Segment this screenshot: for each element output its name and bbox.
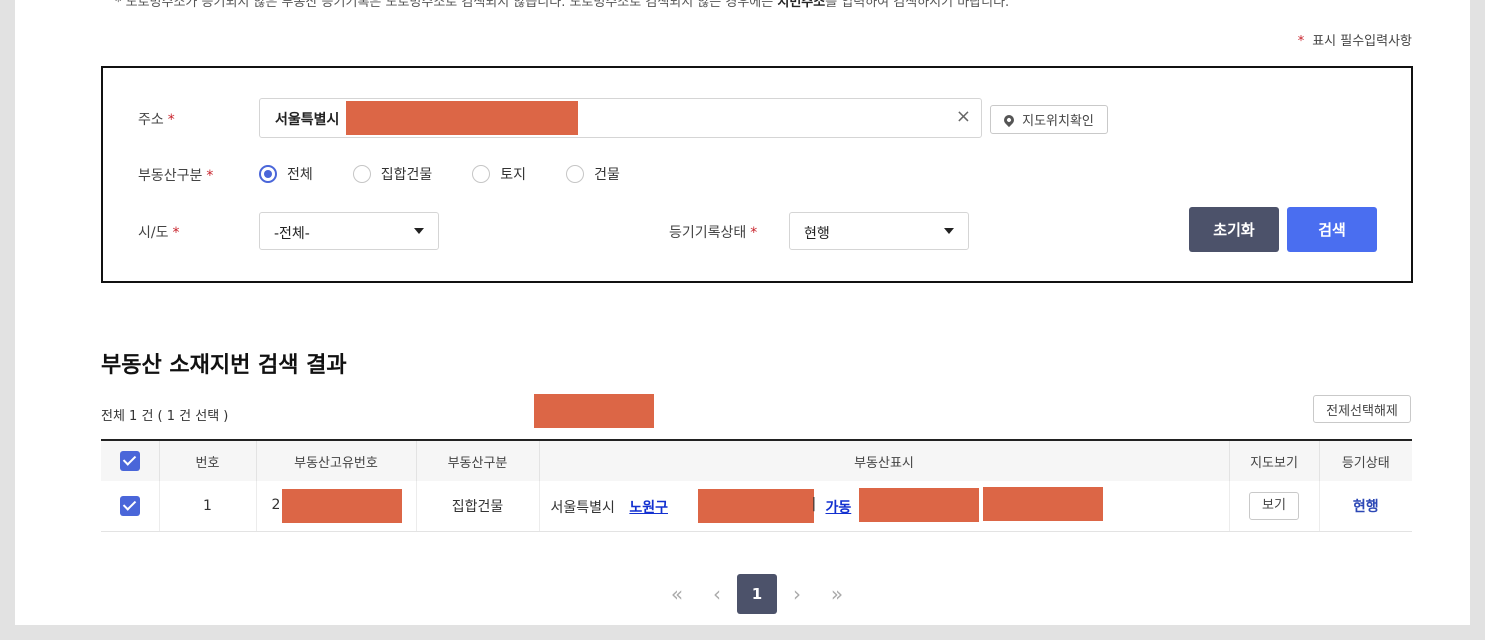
- results-title: 부동산 소재지번 검색 결과: [101, 353, 347, 378]
- column-header: 번호: [159, 440, 257, 481]
- search-button[interactable]: 검색: [1287, 207, 1377, 252]
- row-description: 서울특별시 노원구 | 가동: [539, 481, 1230, 532]
- column-header: 지도보기: [1229, 440, 1320, 481]
- record-status-select[interactable]: 현행: [789, 212, 969, 250]
- map-location-button[interactable]: 지도위치확인: [990, 105, 1108, 134]
- reset-button[interactable]: 초기화: [1189, 207, 1279, 252]
- addr-district-link[interactable]: 노원구: [629, 500, 668, 516]
- radio-all-label: 전체: [287, 167, 313, 183]
- last-page-icon[interactable]: »: [817, 574, 857, 614]
- notice-text: * 도로명주소가 등기되지 않은 부동산 등기기록은 도로명주소로 검색되지 않…: [115, 0, 1009, 10]
- select-all-checkbox[interactable]: [119, 451, 140, 471]
- required-star: *: [1297, 34, 1305, 49]
- radio-all[interactable]: 전체: [259, 164, 313, 184]
- record-status-label: 등기기록상태 *: [669, 222, 757, 242]
- addr-separator: |: [811, 496, 817, 512]
- column-header: 등기상태: [1319, 440, 1412, 481]
- results-count: 전체 1 건 ( 1 건 선택 ): [101, 409, 229, 424]
- search-form: 주소 * 서울특별시 × 지도위치확인 부동산구분 * 전체 집합건물 토지 건물 …: [101, 66, 1413, 283]
- addr-city: 서울특별시: [550, 500, 615, 516]
- radio-unchecked-icon: [566, 165, 585, 183]
- select-all-cell: [101, 440, 160, 481]
- radio-collective-building-label: 집합건물: [380, 167, 433, 183]
- chevron-down-icon: [414, 228, 424, 234]
- radio-collective-building[interactable]: 집합건물: [352, 164, 433, 184]
- results-table: 번호 부동산고유번호 부동산구분 부동산표시 지도보기 등기상태 1 2 집합건…: [101, 439, 1412, 532]
- notice-bold: 지번주소: [777, 0, 826, 10]
- row-number: 1: [159, 481, 257, 532]
- redaction-block: [534, 394, 654, 428]
- unique-id-prefix: 2: [271, 497, 281, 513]
- row-map-cell: 보기: [1229, 481, 1320, 532]
- required-note-label: 표시 필수입력사항: [1312, 34, 1412, 49]
- table-row: 1 2 집합건물 서울특별시 노원구 | 가동 보기 현행: [101, 481, 1412, 532]
- notice-suffix: 를 입력하여 검색하시기 바랍니다.: [825, 0, 1010, 10]
- address-label: 주소 *: [138, 109, 175, 129]
- radio-building[interactable]: 건물: [566, 164, 620, 184]
- prev-page-icon[interactable]: ‹: [697, 574, 737, 614]
- required-star: *: [206, 168, 214, 184]
- region-label-text: 시/도: [138, 225, 169, 241]
- record-status-select-value: 현행: [804, 226, 830, 242]
- status-text: 현행: [1352, 499, 1379, 515]
- redaction-block: [858, 488, 979, 522]
- redaction-block: [697, 489, 814, 523]
- region-select-value: -전체-: [274, 226, 310, 242]
- first-page-icon[interactable]: «: [657, 574, 697, 614]
- address-label-text: 주소: [138, 112, 164, 128]
- row-type: 집합건물: [416, 481, 540, 532]
- column-header: 부동산표시: [539, 440, 1230, 481]
- main-card: * 도로명주소가 등기되지 않은 부동산 등기기록은 도로명주소로 검색되지 않…: [15, 0, 1470, 625]
- map-pin-icon: [1002, 112, 1017, 127]
- redaction-block: [281, 489, 402, 523]
- required-star: *: [167, 112, 175, 128]
- region-label: 시/도 *: [138, 222, 179, 242]
- addr-dong-link[interactable]: 가동: [826, 497, 852, 517]
- required-star: *: [750, 225, 758, 241]
- property-type-label-text: 부동산구분: [138, 168, 203, 184]
- column-header: 부동산고유번호: [256, 440, 417, 481]
- required-star: *: [172, 225, 180, 241]
- address-value: 서울특별시: [275, 112, 340, 128]
- radio-unchecked-icon: [352, 165, 371, 183]
- radio-building-label: 건물: [594, 167, 620, 183]
- radio-land-label: 토지: [500, 167, 527, 183]
- next-page-icon[interactable]: ›: [777, 574, 817, 614]
- radio-checked-icon: [259, 165, 277, 183]
- clear-icon[interactable]: ×: [956, 106, 971, 127]
- redaction-block: [982, 487, 1103, 521]
- row-unique-id: 2: [256, 481, 417, 532]
- page-1-button[interactable]: 1: [737, 574, 777, 614]
- row-status: 현행: [1319, 481, 1412, 532]
- map-location-button-label: 지도위치확인: [1022, 114, 1094, 129]
- address-input[interactable]: 서울특별시 ×: [259, 98, 982, 138]
- notice-prefix: * 도로명주소가 등기되지 않은 부동산 등기기록은 도로명주소로 검색되지 않…: [115, 0, 778, 10]
- deselect-all-button[interactable]: 전제선택해제: [1313, 395, 1411, 423]
- redaction-block: [346, 101, 578, 135]
- row-select-cell: [101, 481, 160, 532]
- table-header-row: 번호 부동산고유번호 부동산구분 부동산표시 지도보기 등기상태: [101, 440, 1412, 481]
- column-header: 부동산구분: [416, 440, 540, 481]
- radio-unchecked-icon: [472, 165, 491, 183]
- required-note: * 표시 필수입력사항: [1298, 30, 1412, 49]
- property-type-radios: 전체 집합건물 토지 건물: [259, 164, 660, 184]
- pagination: « ‹ 1 › »: [657, 574, 857, 614]
- record-status-label-text: 등기기록상태: [669, 225, 747, 241]
- view-map-button[interactable]: 보기: [1249, 492, 1299, 520]
- row-checkbox[interactable]: [119, 496, 140, 516]
- region-select[interactable]: -전체-: [259, 212, 439, 250]
- chevron-down-icon: [944, 228, 954, 234]
- radio-land[interactable]: 토지: [472, 164, 526, 184]
- property-type-label: 부동산구분 *: [138, 165, 213, 185]
- description-text: 서울특별시 노원구: [551, 497, 669, 517]
